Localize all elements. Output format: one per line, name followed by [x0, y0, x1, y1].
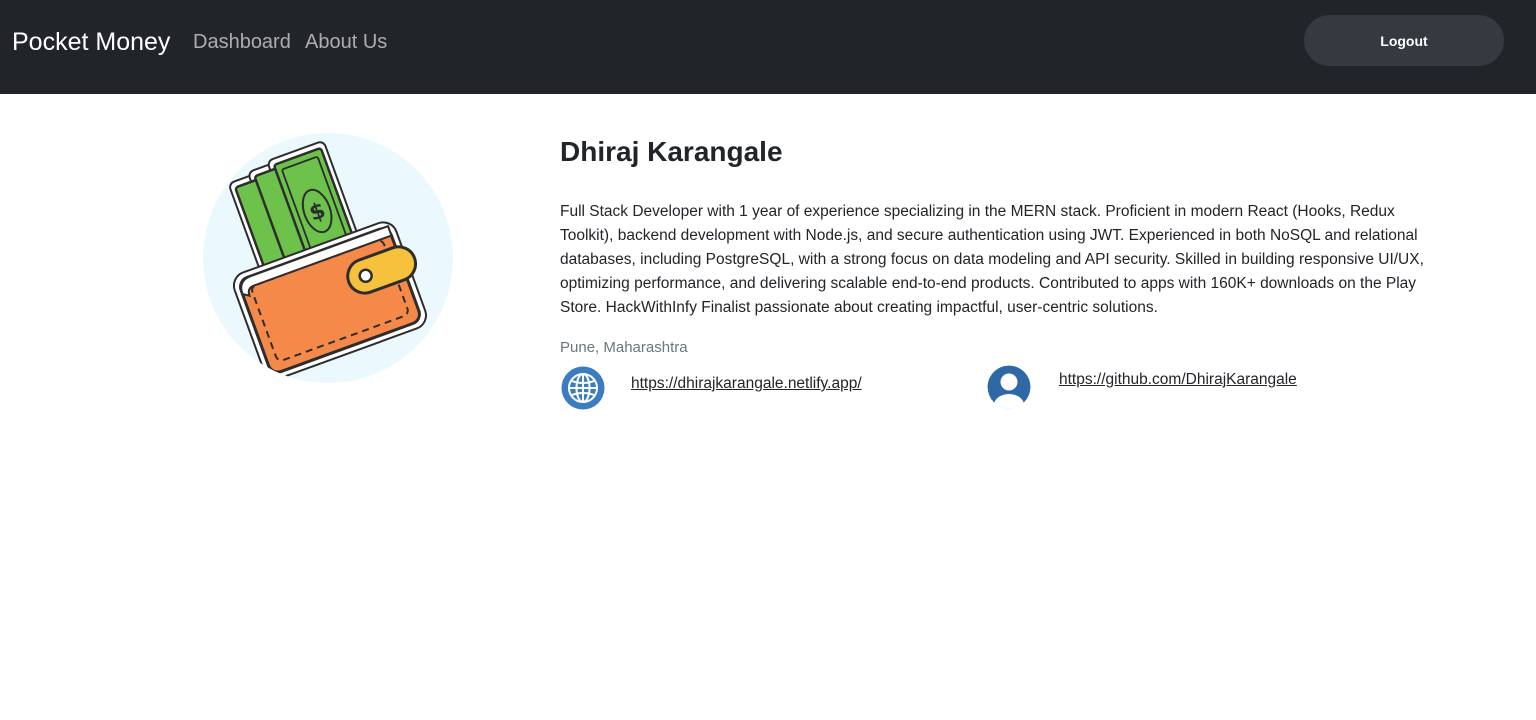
- brand-link[interactable]: Pocket Money: [12, 26, 170, 58]
- user-icon: [987, 365, 1031, 409]
- website-link[interactable]: https://dhirajkarangale.netlify.app/: [631, 374, 862, 394]
- profile-name: Dhiraj Karangale: [560, 136, 783, 167]
- navbar: Pocket Money Dashboard About Us Logout: [0, 0, 1536, 94]
- globe-icon: [561, 366, 605, 410]
- nav-link-dashboard[interactable]: Dashboard: [193, 29, 291, 55]
- profile-bio: Full Stack Developer with 1 year of expe…: [560, 203, 1424, 316]
- nav-link-about-us[interactable]: About Us: [305, 29, 387, 55]
- wallet-money-icon: $: [229, 141, 427, 380]
- github-link[interactable]: https://github.com/DhirajKarangale: [1059, 370, 1297, 390]
- profile-avatar: $: [203, 133, 453, 383]
- profile-location: Pune, Maharashtra: [560, 339, 688, 356]
- logout-button[interactable]: Logout: [1304, 15, 1504, 66]
